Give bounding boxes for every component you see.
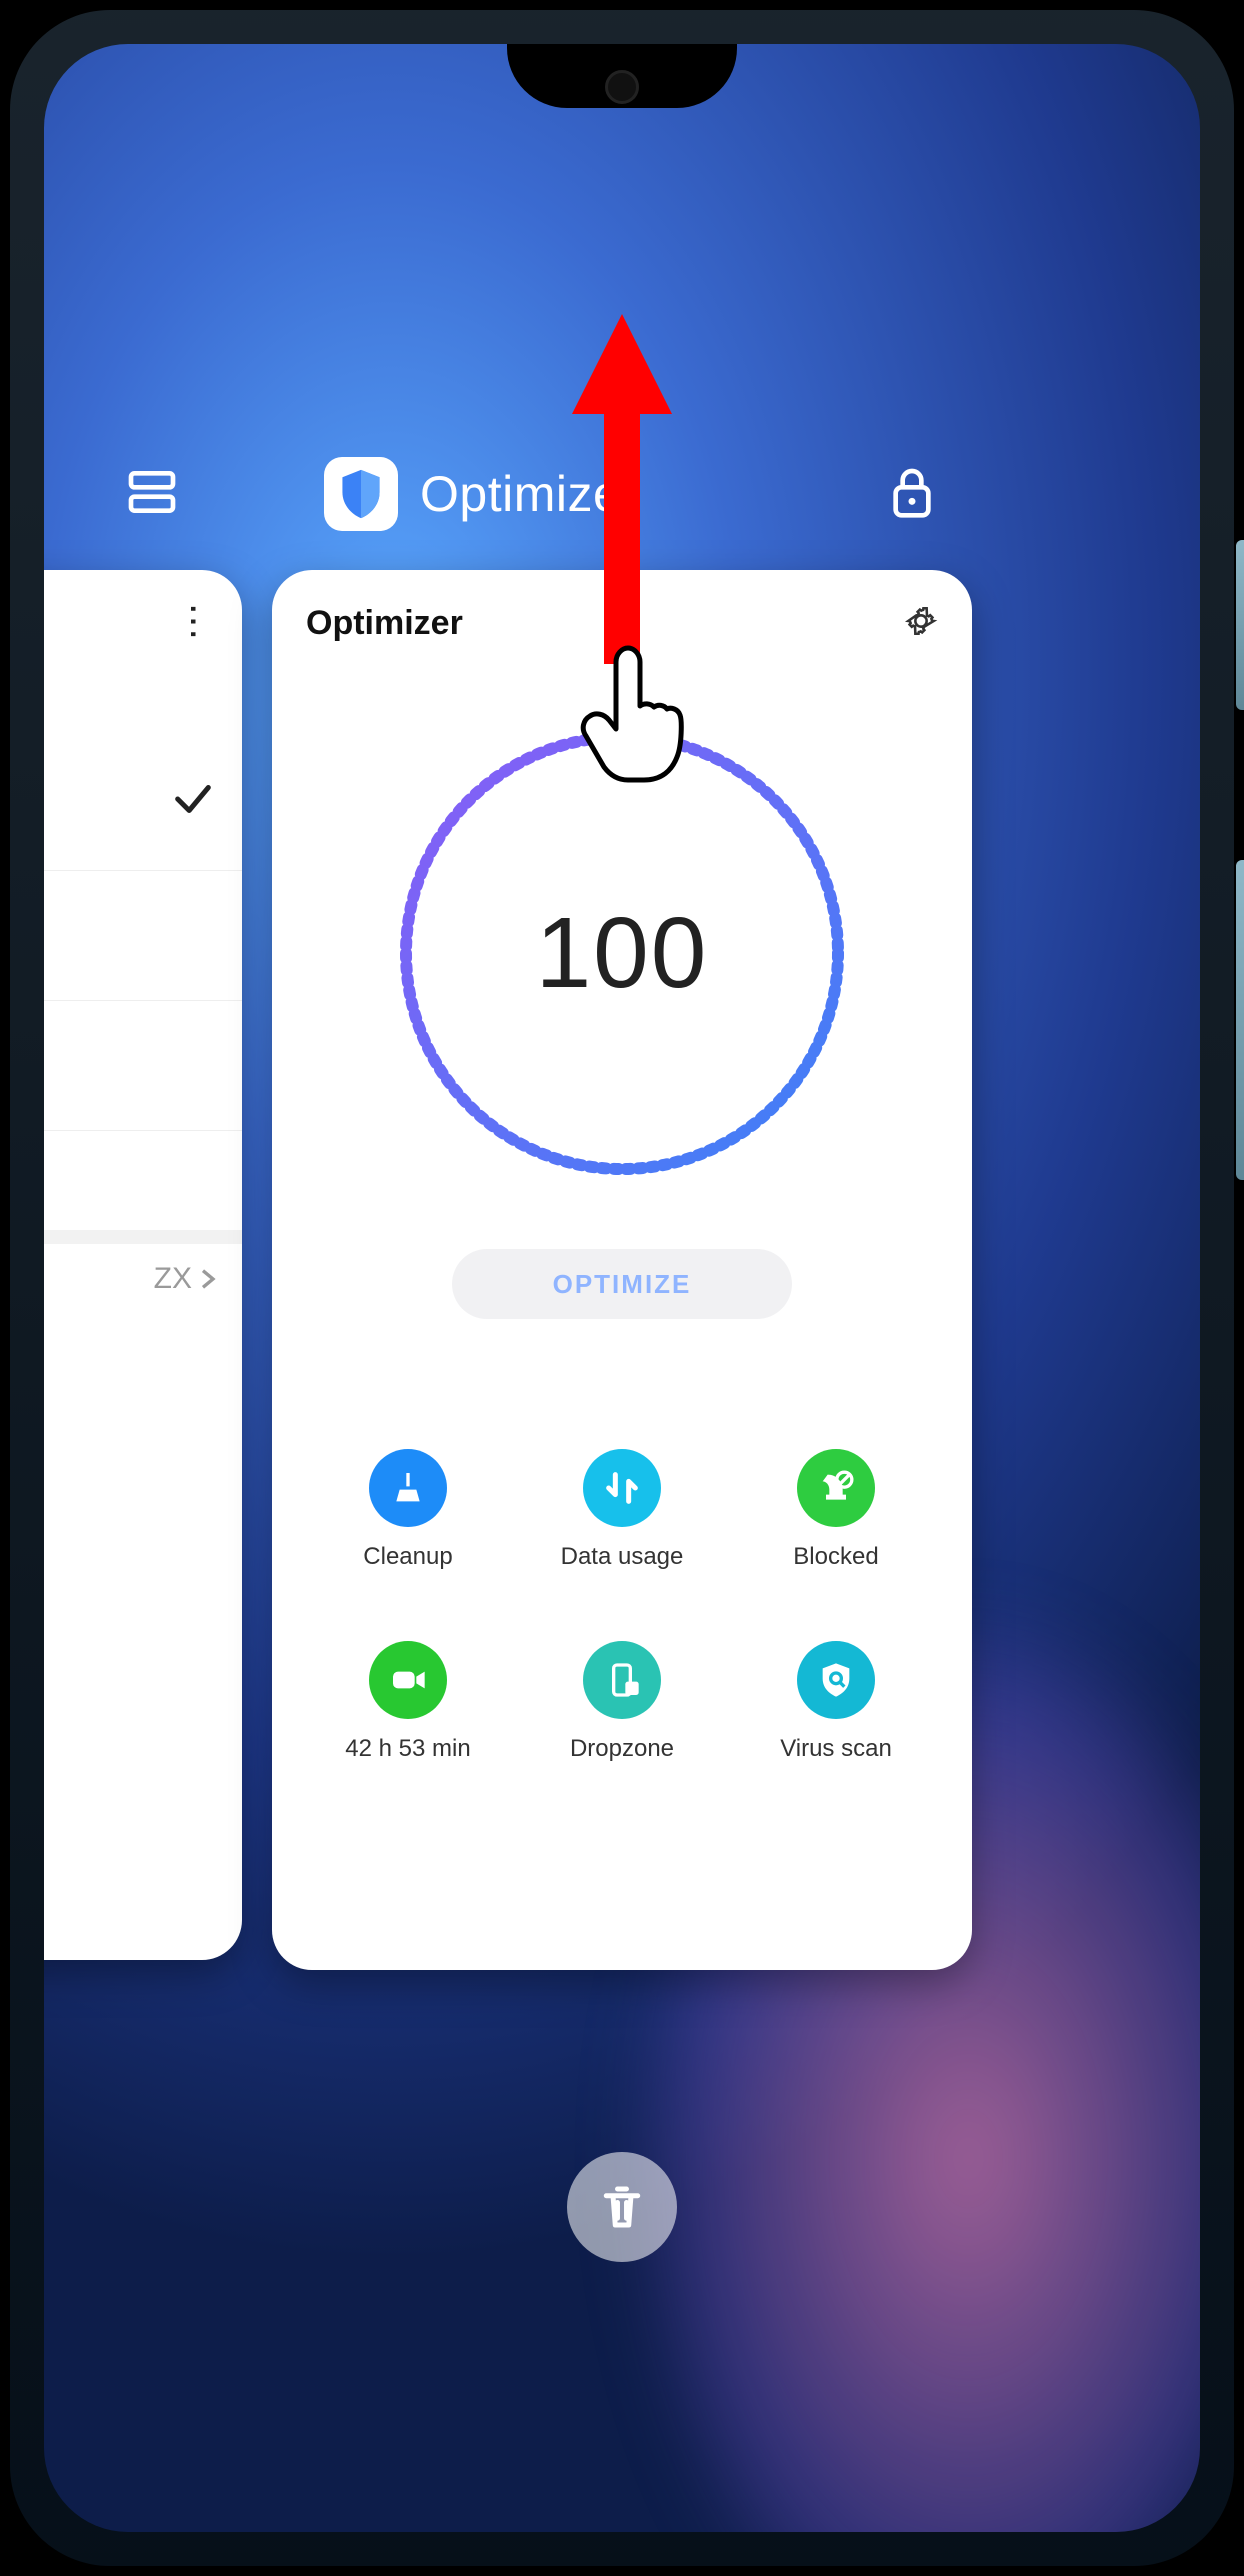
phone-icon — [602, 1660, 642, 1700]
optimizer-app-icon — [324, 457, 398, 531]
checkmark-icon — [170, 776, 216, 827]
previous-app-card[interactable]: ⋯ ZX — [44, 570, 242, 1960]
tool-label: Dropzone — [570, 1735, 674, 1762]
screen: Optimizer ⋯ ZX — [44, 44, 1200, 2532]
broom-icon — [388, 1468, 428, 1508]
tool-blocked[interactable]: Blocked — [734, 1449, 938, 1571]
chevron-right-icon — [198, 1269, 218, 1289]
phone-frame: Optimizer ⋯ ZX — [0, 0, 1244, 2576]
video-icon — [388, 1660, 428, 1700]
card-title: Optimizer — [306, 604, 463, 643]
pointer-hand-icon — [578, 644, 688, 789]
tool-screen-time[interactable]: 42 h 53 min — [306, 1641, 510, 1763]
more-icon[interactable]: ⋯ — [172, 603, 217, 639]
tool-label: Blocked — [793, 1543, 878, 1570]
tool-dropzone[interactable]: Dropzone — [520, 1641, 724, 1763]
tool-data-usage[interactable]: Data usage — [520, 1449, 724, 1571]
optimize-button[interactable]: OPTIMIZE — [452, 1249, 792, 1319]
layout-rows-icon — [124, 464, 180, 520]
lock-icon — [888, 464, 936, 520]
notch — [507, 44, 737, 108]
gear-icon — [904, 604, 938, 638]
swipe-up-arrow — [562, 314, 682, 669]
tool-label: Cleanup — [363, 1543, 452, 1570]
tool-virus-scan[interactable]: Virus scan — [734, 1641, 938, 1763]
arrows-icon — [602, 1468, 642, 1508]
power-button — [1236, 540, 1244, 710]
prev-card-row[interactable]: ZX — [154, 1262, 218, 1296]
clear-all-button[interactable] — [567, 2152, 677, 2262]
trash-icon — [595, 2180, 649, 2234]
tools-grid: Cleanup Data usage Blocked 42 h 53 min — [306, 1449, 938, 1763]
volume-button — [1236, 860, 1244, 1180]
tool-cleanup[interactable]: Cleanup — [306, 1449, 510, 1571]
block-icon — [816, 1468, 856, 1508]
layout-toggle[interactable] — [124, 464, 180, 525]
tool-label: Virus scan — [780, 1735, 892, 1762]
settings-button[interactable] — [904, 604, 938, 643]
shield-search-icon — [816, 1660, 856, 1700]
tool-label: Data usage — [561, 1543, 684, 1570]
shield-icon — [338, 468, 384, 520]
tool-label: 42 h 53 min — [345, 1735, 470, 1762]
lock-app-button[interactable] — [888, 464, 936, 525]
prev-card-tag: ZX — [154, 1262, 192, 1296]
